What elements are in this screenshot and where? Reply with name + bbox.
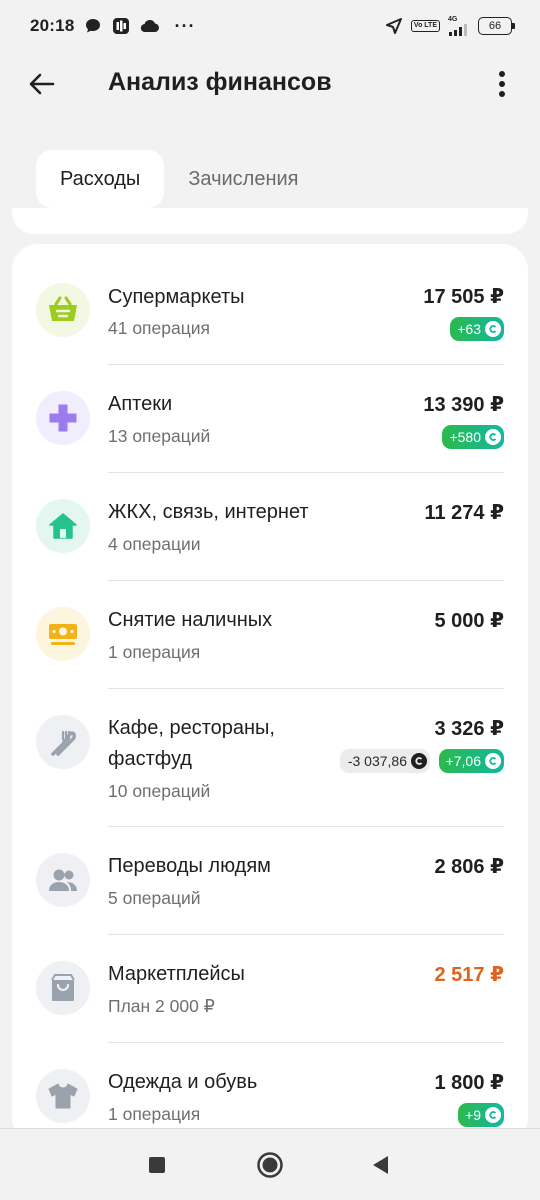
basket-icon: [36, 283, 90, 337]
arrow-left-icon: [29, 73, 55, 95]
category-name: Переводы людям: [108, 855, 271, 877]
cash-icon: [36, 607, 90, 661]
page-title: Анализ финансов: [108, 68, 332, 96]
recent-apps-button[interactable]: [141, 1149, 173, 1181]
circle-icon: [257, 1152, 283, 1178]
tshirt-icon: [36, 1069, 90, 1123]
category-name: Маркетплейсы: [108, 963, 245, 985]
system-navigation-bar: [0, 1128, 540, 1200]
more-options-button[interactable]: [488, 66, 516, 102]
category-amount: 5 000 ₽: [434, 610, 504, 632]
status-bar: 20:18 ··· Vo LTE 4G 66: [0, 0, 540, 52]
cashback-badge: +9: [458, 1103, 504, 1127]
chat-notification-icon: [84, 17, 102, 35]
triangle-back-icon: [373, 1156, 388, 1174]
spent-bonus-value: -3 037,86: [347, 753, 407, 769]
category-amount: 3 326 ₽: [434, 718, 504, 740]
category-name: Аптеки: [108, 393, 173, 415]
category-operations: 41 операция: [108, 318, 211, 338]
category-amount: 17 505 ₽: [423, 286, 504, 308]
category-name: ЖКХ, связь, интернет: [108, 501, 309, 523]
cashback-value: +63: [457, 321, 481, 337]
tab-expenses[interactable]: Расходы: [36, 150, 165, 208]
battery-indicator: 66: [478, 17, 515, 35]
category-operations: 4 операции: [108, 534, 201, 554]
category-amount: 11 274 ₽: [424, 502, 504, 524]
category-operations: 5 операций: [108, 888, 201, 908]
category-operations: 10 операций: [108, 781, 211, 801]
network-type: 4G: [448, 16, 458, 23]
bonus-coin-icon: [485, 753, 501, 769]
category-name: Супермаркеты: [108, 286, 245, 308]
list-item-pharmacies[interactable]: Аптеки 13 операций 13 390 ₽ +580: [12, 365, 528, 473]
list-item-marketplaces[interactable]: Маркетплейсы План 2 000 ₽ 2 517 ₽: [12, 935, 528, 1043]
cross-icon: [36, 391, 90, 445]
categories-list: Супермаркеты 41 операция 17 505 ₽ +63 Ап…: [12, 244, 528, 1144]
list-item-utilities[interactable]: ЖКХ, связь, интернет 4 операции 11 274 ₽: [12, 473, 528, 581]
cashback-value: +7,06: [445, 753, 481, 769]
bonus-coin-icon: [485, 429, 501, 445]
vertical-dots-icon: [499, 71, 505, 97]
back-nav-button[interactable]: [364, 1149, 396, 1181]
back-button[interactable]: [24, 66, 60, 102]
bonus-coin-icon: [485, 1107, 501, 1123]
cloud-icon: [140, 19, 160, 33]
category-name-line2: фастфуд: [108, 748, 192, 770]
category-amount: 1 800 ₽: [434, 1072, 504, 1094]
app-bar: Анализ финансов: [0, 52, 540, 114]
location-icon: [385, 17, 403, 35]
category-amount-over-plan: 2 517 ₽: [434, 964, 504, 986]
people-icon: [36, 853, 90, 907]
category-operations: 1 операция: [108, 642, 201, 662]
list-item-transfers[interactable]: Переводы людям 5 операций 2 806 ₽: [12, 827, 528, 935]
cashback-value: +580: [449, 429, 481, 445]
summary-card-bottom-edge: [12, 208, 528, 234]
list-item-cafes[interactable]: Кафе, рестораны, фастфуд 10 операций 3 3…: [12, 689, 528, 827]
category-name: Одежда и обувь: [108, 1071, 258, 1093]
bonus-coin-icon: [485, 321, 501, 337]
fork-knife-icon: [36, 715, 90, 769]
spent-bonus-badge: -3 037,86: [339, 749, 430, 773]
cashback-badge: +580: [442, 425, 504, 449]
status-time: 20:18: [30, 16, 75, 35]
category-amount: 2 806 ₽: [434, 856, 504, 878]
category-name-line1: Кафе, рестораны,: [108, 717, 275, 739]
category-operations: 1 операция: [108, 1104, 201, 1124]
home-button[interactable]: [254, 1149, 286, 1181]
category-name: Снятие наличных: [108, 609, 273, 631]
signal-icon: 4G: [448, 16, 470, 36]
square-icon: [149, 1157, 165, 1173]
bonus-coin-icon: [411, 753, 427, 769]
list-item-cash-withdrawal[interactable]: Снятие наличных 1 операция 5 000 ₽: [12, 581, 528, 689]
house-icon: [36, 499, 90, 553]
tab-income[interactable]: Зачисления: [164, 150, 322, 208]
app-notification-icon: [112, 17, 130, 35]
tab-bar: Расходы Зачисления: [36, 150, 323, 208]
volte-indicator: Vo LTE: [410, 20, 440, 32]
category-amount: 13 390 ₽: [423, 394, 504, 416]
category-plan: План 2 000 ₽: [108, 996, 215, 1016]
shopping-bag-icon: [36, 961, 90, 1015]
cashback-value: +9: [465, 1107, 481, 1123]
more-notifications-icon: ···: [174, 15, 196, 36]
category-operations: 13 операций: [108, 426, 211, 446]
list-item-supermarkets[interactable]: Супермаркеты 41 операция 17 505 ₽ +63: [12, 244, 528, 365]
cashback-badge: +63: [450, 317, 504, 341]
cashback-badge: +7,06: [438, 749, 504, 773]
